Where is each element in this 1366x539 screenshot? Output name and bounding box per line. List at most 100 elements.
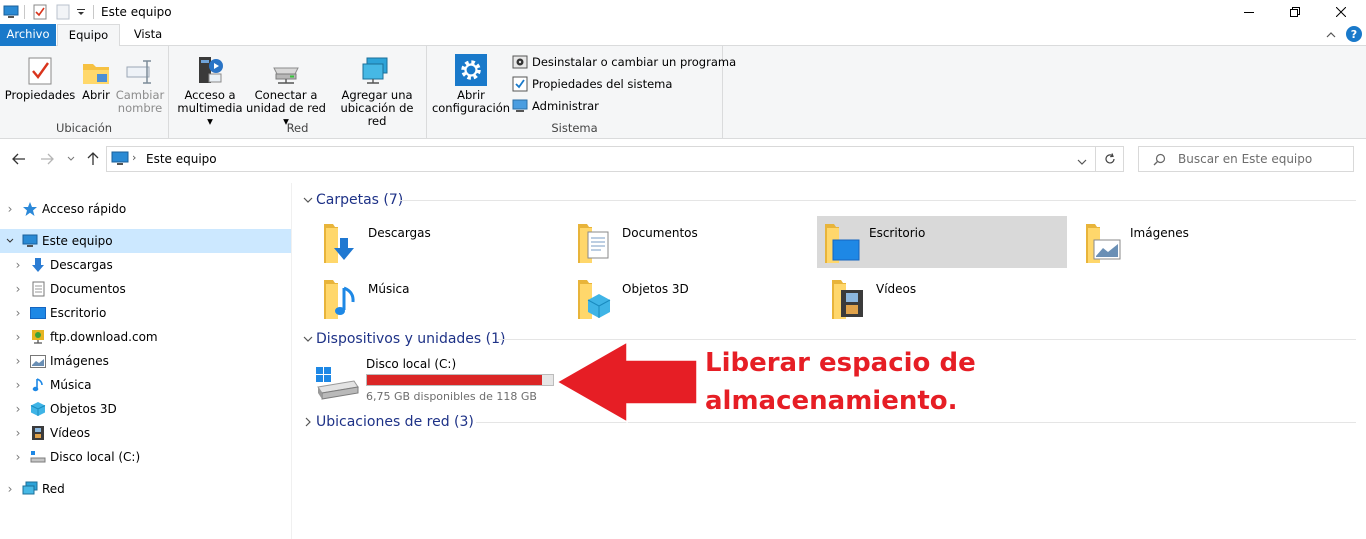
- annotation-arrow-icon: [555, 340, 698, 424]
- nav-item-red[interactable]: › Red: [0, 477, 291, 501]
- properties-button[interactable]: Propiedades: [4, 52, 76, 102]
- group-title-ubicacion: Ubicación: [55, 121, 113, 135]
- pictures-folder-icon: [1086, 224, 1121, 263]
- open-button[interactable]: Abrir: [78, 52, 114, 102]
- new-folder-quick-button[interactable]: [54, 3, 72, 21]
- folder-tile-videos[interactable]: Vídeos: [824, 272, 1074, 324]
- open-settings-button[interactable]: Abrir configuración: [432, 52, 510, 115]
- expand-chevron-icon[interactable]: ›: [12, 282, 24, 296]
- open-label: Abrir: [82, 88, 110, 102]
- computer-icon: [2, 3, 20, 21]
- nav-item-ftp[interactable]: › ftp.download.com: [0, 325, 291, 349]
- videos-folder-icon: [832, 280, 863, 319]
- expand-chevron-icon[interactable]: ›: [12, 258, 24, 272]
- system-properties-icon: [512, 76, 528, 92]
- ribbon: Propiedades Abrir Cambiar nombre Ubicaci…: [0, 46, 1366, 139]
- expand-chevron-icon[interactable]: [300, 417, 316, 427]
- properties-label: Propiedades: [4, 88, 76, 102]
- restore-button[interactable]: [1272, 0, 1318, 24]
- properties-quick-button[interactable]: [31, 3, 49, 21]
- customize-quick-access-dropdown[interactable]: [74, 3, 88, 21]
- expand-chevron-icon[interactable]: ›: [12, 354, 24, 368]
- address-history-chevron-icon[interactable]: [1077, 155, 1087, 169]
- folder-tile-objetos3d[interactable]: Objetos 3D: [570, 272, 820, 324]
- recent-locations-chevron-icon[interactable]: [64, 149, 78, 169]
- nav-item-imagenes[interactable]: › Imágenes: [0, 349, 291, 373]
- title-bar: Este equipo: [0, 0, 1366, 24]
- group-red: Acceso a multimedia ▾ Conectar a unidad …: [169, 46, 427, 138]
- up-arrow-icon[interactable]: [84, 149, 102, 169]
- nav-item-acceso-rapido[interactable]: › Acceso rápido: [0, 197, 291, 221]
- rename-label-2: nombre: [117, 101, 163, 115]
- help-icon[interactable]: ?: [1346, 26, 1362, 42]
- folder-tile-imagenes[interactable]: Imágenes: [1078, 216, 1328, 268]
- tab-equipo[interactable]: Equipo: [57, 24, 120, 47]
- network-drive-icon: [269, 52, 303, 86]
- forward-arrow-icon[interactable]: [38, 149, 56, 169]
- media-access-button[interactable]: Acceso a multimedia ▾: [175, 52, 245, 128]
- expand-chevron-icon[interactable]: ›: [4, 482, 16, 496]
- windows-drive-icon: [316, 367, 359, 400]
- expand-chevron-icon[interactable]: ›: [4, 202, 16, 216]
- nav-item-este-equipo[interactable]: Este equipo: [0, 229, 291, 253]
- minimize-button[interactable]: [1226, 0, 1272, 24]
- expand-chevron-icon[interactable]: ›: [12, 426, 24, 440]
- close-button[interactable]: [1318, 0, 1364, 24]
- nav-item-escritorio[interactable]: › Escritorio: [0, 301, 291, 325]
- collapse-chevron-icon[interactable]: [300, 197, 316, 204]
- network-location-icon: [360, 52, 394, 86]
- section-ubicaciones-red[interactable]: Ubicaciones de red (3): [300, 411, 474, 433]
- tab-archivo[interactable]: Archivo: [0, 24, 56, 46]
- media-server-icon: [193, 52, 227, 86]
- expand-chevron-icon[interactable]: ›: [12, 378, 24, 392]
- downloads-folder-icon: [324, 224, 354, 263]
- search-placeholder: Buscar en Este equipo: [1178, 152, 1313, 166]
- collapse-chevron-icon[interactable]: [300, 336, 316, 343]
- system-properties-button[interactable]: Propiedades del sistema: [512, 74, 672, 94]
- expand-chevron-icon[interactable]: ›: [12, 402, 24, 416]
- manage-button[interactable]: Administrar: [512, 96, 599, 116]
- section-dispositivos[interactable]: Dispositivos y unidades (1): [300, 328, 506, 350]
- nav-item-disco-local[interactable]: › Disco local (C:): [0, 445, 291, 469]
- map-network-drive-button[interactable]: Conectar a unidad de red ▾: [245, 52, 327, 128]
- star-icon: [22, 201, 38, 217]
- folder-tile-documentos[interactable]: Documentos: [570, 216, 820, 268]
- pictures-icon: [30, 353, 46, 369]
- nav-item-videos[interactable]: › Vídeos: [0, 421, 291, 445]
- drive-free-space: 6,75 GB disponibles de 118 GB: [366, 390, 537, 403]
- refresh-button[interactable]: [1096, 146, 1124, 172]
- expand-chevron-icon[interactable]: ›: [12, 306, 24, 320]
- nav-item-objetos3d[interactable]: › Objetos 3D: [0, 397, 291, 421]
- rename-button[interactable]: Cambiar nombre: [116, 52, 164, 115]
- search-input[interactable]: Buscar en Este equipo: [1138, 146, 1354, 172]
- settings-gear-icon: [454, 52, 488, 86]
- tab-vista[interactable]: Vista: [124, 24, 172, 46]
- uninstall-program-button[interactable]: Desinstalar o cambiar un programa: [512, 52, 736, 72]
- folder-tile-escritorio[interactable]: Escritorio: [817, 216, 1067, 268]
- cube-3d-icon: [30, 401, 46, 417]
- folder-tile-descargas[interactable]: Descargas: [316, 216, 566, 268]
- back-arrow-icon[interactable]: [10, 149, 28, 169]
- group-title-red: Red: [286, 121, 309, 135]
- collapse-chevron-icon[interactable]: [4, 238, 16, 244]
- music-folder-icon: [324, 280, 355, 319]
- address-input[interactable]: › Este equipo: [106, 146, 1096, 172]
- nav-item-musica[interactable]: › Música: [0, 373, 291, 397]
- drive-icon: [30, 449, 46, 465]
- add-network-location-button[interactable]: Agregar una ubicación de red: [331, 52, 423, 128]
- window-title: Este equipo: [101, 5, 172, 19]
- annotation-line-2: almacenamiento.: [705, 386, 958, 416]
- computer-icon: [111, 151, 129, 170]
- breadcrumb-este-equipo[interactable]: Este equipo: [146, 152, 217, 166]
- drive-tile-disco-local[interactable]: Disco local (C:) 6,75 GB disponibles de …: [310, 355, 570, 407]
- nav-item-descargas[interactable]: › Descargas: [0, 253, 291, 277]
- 3d-objects-folder-icon: [578, 280, 611, 319]
- drive-usage-bar: [366, 374, 554, 386]
- expand-chevron-icon[interactable]: ›: [12, 330, 24, 344]
- folder-tile-musica[interactable]: Música: [316, 272, 566, 324]
- section-carpetas[interactable]: Carpetas (7): [300, 189, 403, 211]
- desktop-folder-icon: [825, 224, 860, 263]
- expand-chevron-icon[interactable]: ›: [12, 450, 24, 464]
- nav-item-documentos[interactable]: › Documentos: [0, 277, 291, 301]
- collapse-ribbon-chevron-icon[interactable]: [1324, 28, 1338, 42]
